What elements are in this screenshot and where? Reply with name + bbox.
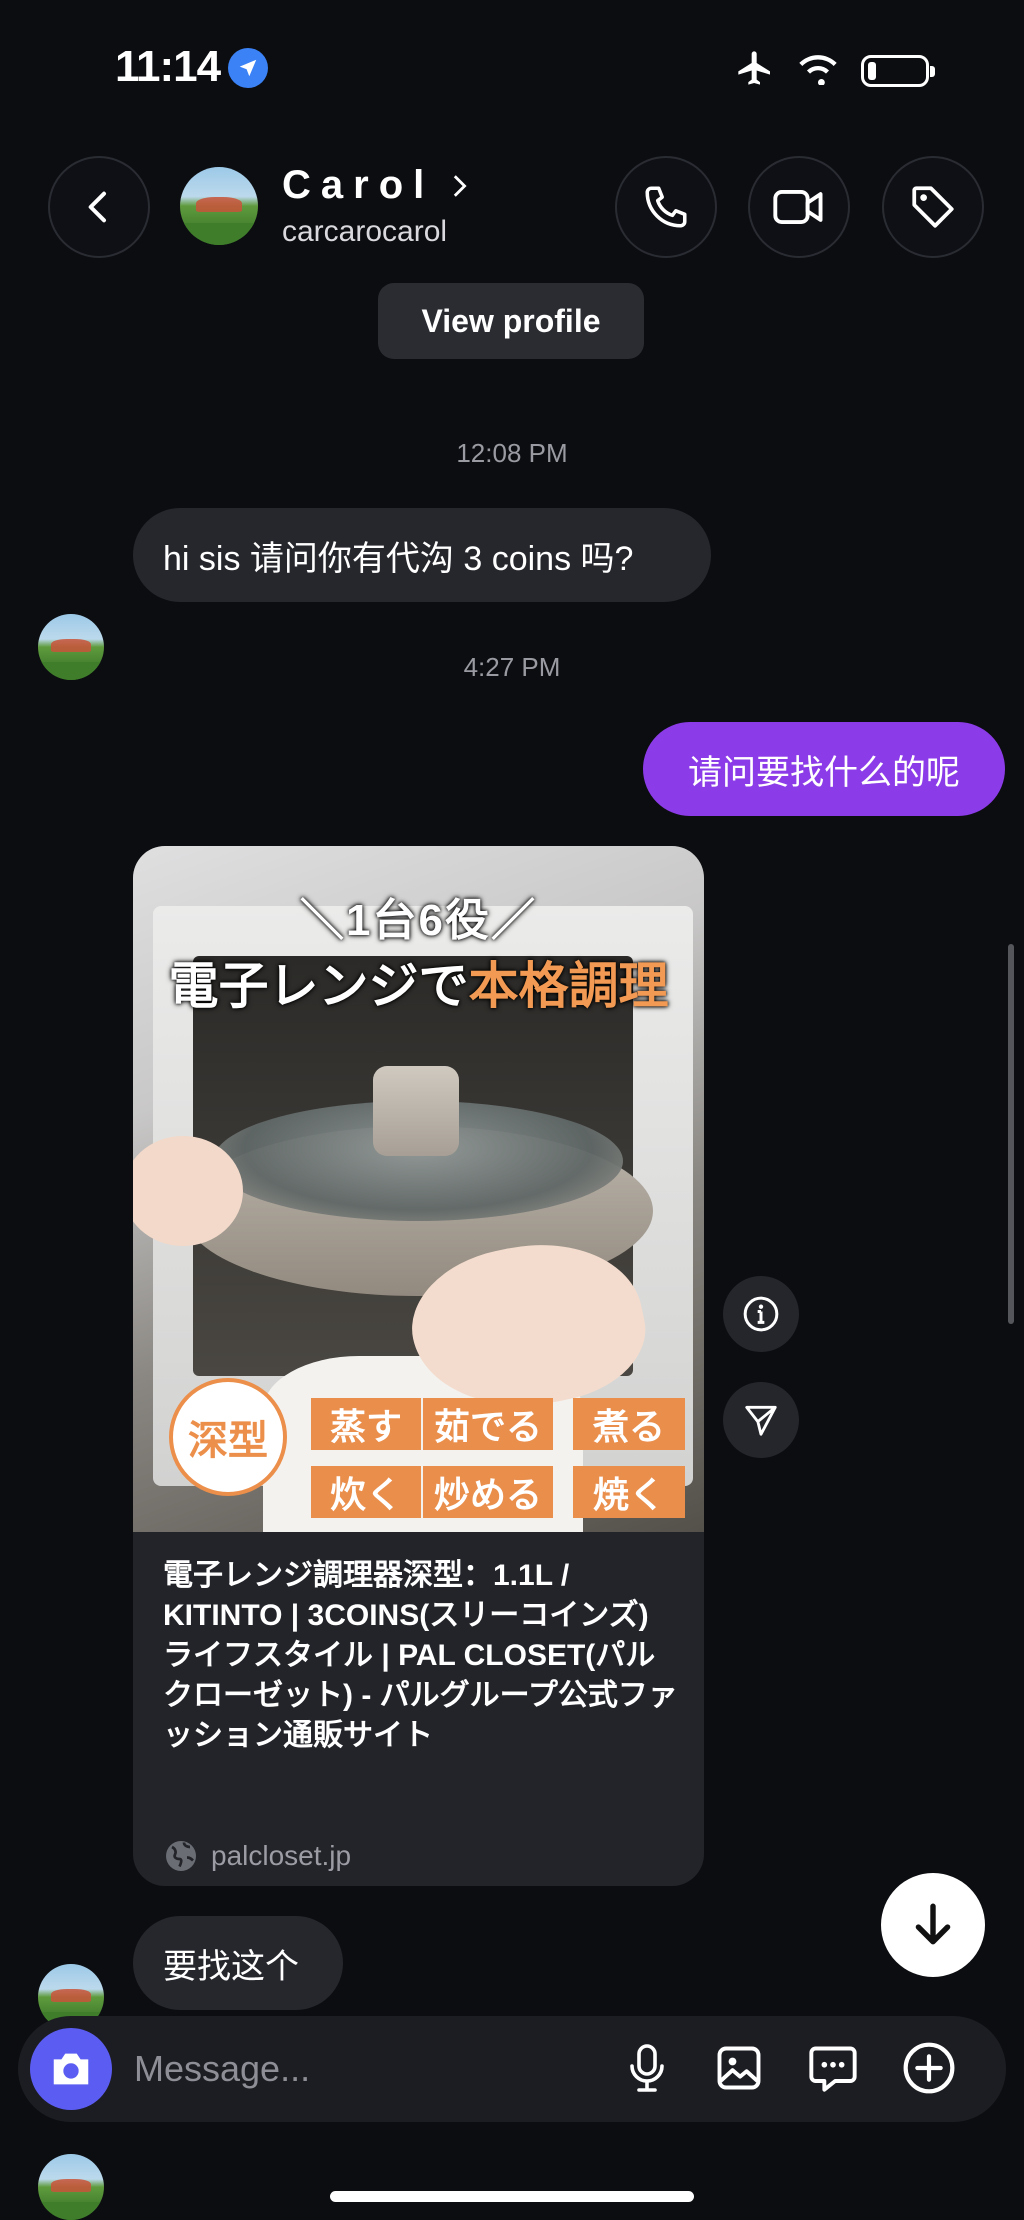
- feature-tag: 炒める: [423, 1466, 553, 1518]
- airplane-icon: [735, 48, 775, 93]
- feature-tag: 炊く: [311, 1466, 421, 1518]
- message-bubble-incoming[interactable]: hi sis 请问你有代沟 3 coins 吗?: [133, 508, 711, 602]
- camera-icon: [53, 2053, 89, 2085]
- camera-button[interactable]: [30, 2028, 112, 2110]
- location-arrow-icon: [228, 48, 268, 88]
- link-domain: palcloset.jp: [211, 1840, 352, 1871]
- status-time: 11:14: [115, 42, 221, 91]
- call-button[interactable]: [615, 156, 717, 258]
- feature-tag: 蒸す: [311, 1398, 421, 1450]
- timestamp: 4:27 PM: [463, 652, 561, 682]
- battery-icon: [861, 54, 935, 87]
- tag-button[interactable]: [882, 156, 984, 258]
- sender-avatar[interactable]: [38, 2154, 104, 2220]
- gallery-button[interactable]: [706, 2035, 772, 2101]
- feature-tag: 煮る: [573, 1398, 685, 1450]
- view-profile-button[interactable]: View profile: [378, 283, 644, 359]
- back-chevron-icon: [88, 191, 106, 223]
- back-button[interactable]: [48, 156, 150, 258]
- phone-icon: [645, 186, 687, 228]
- sticker-chat-icon: [809, 2046, 857, 2092]
- deep-type-seal: 深型: [169, 1378, 287, 1496]
- contact-name[interactable]: Carol: [282, 163, 469, 208]
- scrollbar[interactable]: [1008, 944, 1014, 1324]
- image-caption-top: ＼1台6役／: [300, 896, 537, 945]
- info-button[interactable]: [723, 1276, 799, 1352]
- microphone-button[interactable]: [614, 2035, 680, 2101]
- link-preview-image: ＼1台6役／ 電子レンジで本格調理 深型 蒸す 茹でる 煮る 炊く 炒める 焼く: [133, 846, 704, 1532]
- chevron-right-icon: [454, 175, 467, 197]
- info-icon: [743, 1296, 779, 1332]
- timestamp: 12:08 PM: [456, 438, 568, 468]
- message-bubble-outgoing[interactable]: 请问要找什么的呢: [643, 722, 1005, 816]
- contact-handle: carcarocarol: [282, 215, 448, 248]
- header-avatar[interactable]: [180, 167, 258, 245]
- link-domain-row: palcloset.jp: [163, 1838, 351, 1874]
- more-button[interactable]: [896, 2035, 962, 2101]
- wifi-icon: [797, 51, 839, 90]
- sticker-button[interactable]: [800, 2035, 866, 2101]
- microphone-icon: [630, 2044, 664, 2092]
- image-caption-title: 電子レンジで本格調理: [168, 958, 669, 1014]
- status-indicators: [735, 48, 935, 93]
- arrow-down-icon: [915, 1903, 951, 1945]
- video-camera-icon: [773, 189, 823, 225]
- message-input[interactable]: [132, 2038, 596, 2100]
- video-call-button[interactable]: [748, 156, 850, 258]
- message-bubble-incoming[interactable]: 要找这个: [133, 1916, 343, 2010]
- contact-name-text: Carol: [282, 163, 435, 207]
- globe-icon: [166, 1841, 196, 1871]
- link-preview-card[interactable]: ＼1台6役／ 電子レンジで本格調理 深型 蒸す 茹でる 煮る 炊く 炒める 焼く…: [133, 846, 704, 1886]
- feature-tag: 焼く: [573, 1466, 685, 1518]
- gallery-icon: [717, 2046, 761, 2090]
- scroll-to-bottom-button[interactable]: [881, 1873, 985, 1977]
- tag-icon: [912, 186, 954, 228]
- home-indicator[interactable]: [330, 2191, 694, 2202]
- share-button[interactable]: [723, 1382, 799, 1458]
- share-send-icon: [745, 1405, 777, 1436]
- feature-tag: 茹でる: [423, 1398, 553, 1450]
- plus-icon: [903, 2042, 955, 2094]
- link-title: 電子レンジ調理器深型：1.1L / KITINTO | 3COINS(スリーコイ…: [163, 1559, 678, 1752]
